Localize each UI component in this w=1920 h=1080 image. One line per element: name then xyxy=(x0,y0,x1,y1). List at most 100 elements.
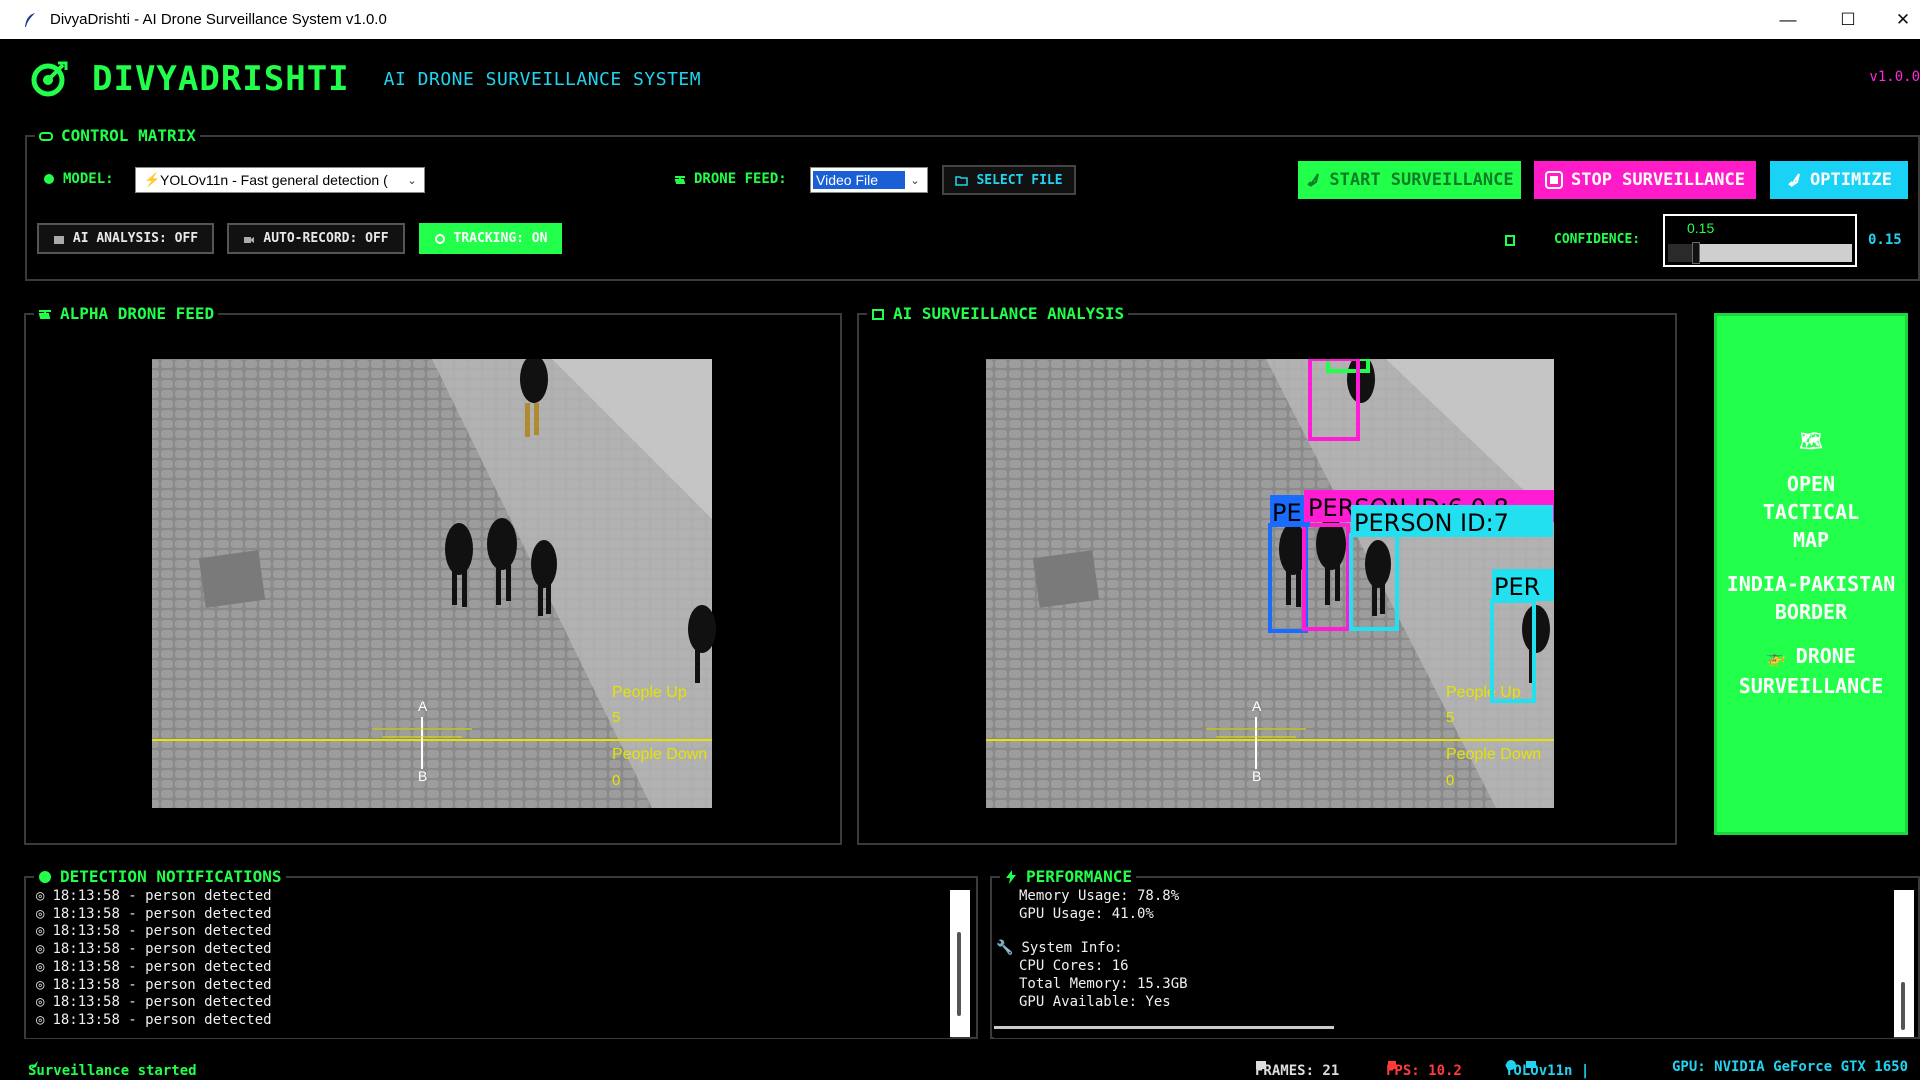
auto-record-label: AUTO-RECORD: OFF xyxy=(263,231,389,246)
confidence-slider-thumb[interactable] xyxy=(1691,242,1700,264)
camera-icon xyxy=(244,236,255,243)
people-down-value: 0 xyxy=(612,772,620,789)
tactical-line-6: DRONE xyxy=(1795,644,1856,668)
marker-a: A xyxy=(1252,698,1262,714)
target-icon xyxy=(434,233,445,244)
drone-feed-label: DRONE FEED: xyxy=(694,171,787,187)
target-icon xyxy=(31,61,68,97)
open-tactical-map-button[interactable]: 🗺 OPEN TACTICAL MAP INDIA-PAKISTAN BORDE… xyxy=(1714,313,1908,835)
target-icon: ◎ xyxy=(36,941,45,958)
gpu-available: GPU Available: Yes xyxy=(1019,993,1171,1010)
cpu-cores: CPU Cores: 16 xyxy=(1019,958,1129,975)
frames-wrap: FRAMES: 21 xyxy=(1255,1059,1339,1079)
gpu-usage: GPU Usage: 41.0% xyxy=(1019,905,1154,922)
feather-icon xyxy=(22,12,38,28)
minimize-button[interactable]: — xyxy=(1765,0,1811,39)
tactical-line-4: INDIA-PAKISTAN xyxy=(1726,572,1896,596)
app-subtitle: AI DRONE SURVEILLANCE SYSTEM xyxy=(383,68,702,90)
model-label: MODEL: xyxy=(63,171,114,187)
optimize-button[interactable]: OPTIMIZE xyxy=(1770,161,1908,199)
target-icon: ◎ xyxy=(36,888,45,904)
performance-scrollbar[interactable] xyxy=(1894,890,1914,1037)
stop-icon xyxy=(1545,171,1563,189)
target-icon: ◎ xyxy=(36,923,45,940)
app-header: DIVYADRISHTI AI DRONE SURVEILLANCE SYSTE… xyxy=(30,59,701,99)
detection-label: PE xyxy=(1272,499,1302,527)
notification-text: 18:13:58 - person detected xyxy=(52,958,272,975)
rocket-icon xyxy=(1788,173,1801,187)
notification-text: 18:13:58 - person detected xyxy=(52,976,272,993)
map-icon: 🗺 xyxy=(1799,431,1823,452)
status-message-wrap: Surveillance started xyxy=(28,1059,197,1079)
total-memory: Total Memory: 15.3GB xyxy=(1019,975,1188,992)
gamepad-icon xyxy=(39,131,53,141)
start-surveillance-label: START SURVEILLANCE xyxy=(1329,170,1514,190)
ai-analysis-toggle[interactable]: AI ANALYSIS: OFF xyxy=(37,223,214,254)
people-up-value: 5 xyxy=(612,709,620,726)
notifications-scroll-thumb[interactable] xyxy=(957,932,961,1016)
performance-title: PERFORMANCE xyxy=(1000,867,1136,886)
app-window: DIVYADRISHTI AI DRONE SURVEILLANCE SYSTE… xyxy=(10,39,1920,1080)
ai-analysis-label: AI ANALYSIS: OFF xyxy=(72,231,199,246)
model-status: YOLOv11n | xyxy=(1505,1063,1590,1079)
notification-text: 18:13:58 - person detected xyxy=(52,905,272,922)
confidence-label-wrap: CONFIDENCE: xyxy=(1504,232,1640,247)
chevron-down-icon: ⌄ xyxy=(905,168,925,192)
target-icon: ◎ xyxy=(36,994,45,1011)
list-item: ◎ 18:13:58 - person detected xyxy=(36,923,951,941)
helicopter-icon xyxy=(38,309,51,319)
control-matrix-title: CONTROL MATRIX xyxy=(35,126,200,145)
tracking-toggle[interactable]: TRACKING: ON xyxy=(419,223,562,254)
drone-feed-select[interactable]: Video File ⌄ xyxy=(810,167,928,193)
notification-text: 18:13:58 - person detected xyxy=(52,1011,272,1028)
model-label-wrap: MODEL: xyxy=(43,171,114,187)
auto-record-toggle[interactable]: AUTO-RECORD: OFF xyxy=(227,223,405,254)
window-titlebar: DivyaDrishti - AI Drone Surveillance Sys… xyxy=(0,0,1920,39)
wrench-icon: 🔧 xyxy=(996,940,1014,957)
notifications-scrollbar[interactable] xyxy=(950,890,970,1037)
tactical-line-5: BORDER xyxy=(1774,600,1848,624)
ai-analysis-label: AI SURVEILLANCE ANALYSIS xyxy=(893,304,1125,323)
confidence-slider[interactable]: 0.15 xyxy=(1663,214,1857,267)
maximize-button[interactable]: ☐ xyxy=(1825,0,1871,39)
target-icon: ◎ xyxy=(36,958,45,975)
people-down-label: People Down xyxy=(1446,746,1541,763)
tactical-line-7: SURVEILLANCE xyxy=(1738,674,1884,698)
marker-b: B xyxy=(1252,768,1261,784)
helicopter-icon: 🚁 xyxy=(1766,648,1796,667)
performance-scroll-thumb[interactable] xyxy=(1901,982,1905,1030)
target-icon: ◎ xyxy=(36,905,45,922)
marker-b: B xyxy=(418,768,427,784)
control-matrix-label: CONTROL MATRIX xyxy=(61,126,196,145)
tactical-line-1: OPEN xyxy=(1786,472,1836,496)
detection-label: PER xyxy=(1494,573,1540,601)
ai-analysis-title: AI SURVEILLANCE ANALYSIS xyxy=(867,304,1129,323)
status-message: Surveillance started xyxy=(28,1063,197,1079)
model-select[interactable]: ⚡ YOLOv11n - Fast general detection ( ⌄ xyxy=(135,167,425,193)
robot-icon xyxy=(53,235,64,244)
stop-surveillance-button[interactable]: STOP SURVEILLANCE xyxy=(1534,161,1756,199)
marker-a: A xyxy=(418,698,428,714)
start-surveillance-button[interactable]: START SURVEILLANCE xyxy=(1298,161,1521,199)
version-label: v1.0.0 xyxy=(1869,69,1920,85)
fps-wrap: FPS: 10.2 xyxy=(1386,1059,1462,1079)
target-icon xyxy=(44,174,54,184)
close-button[interactable]: ✕ xyxy=(1880,0,1920,39)
alpha-feed-video: A B People Up 5 People Down 0 xyxy=(132,359,742,808)
list-item: ◎ 18:13:58 - person detected xyxy=(36,906,951,924)
notifications-title: DETECTION NOTIFICATIONS xyxy=(34,867,286,886)
model-select-value: YOLOv11n - Fast general detection ( xyxy=(160,172,388,188)
robot-icon xyxy=(1505,234,1515,246)
list-item: ◎ 18:13:58 - person detected xyxy=(36,959,951,977)
confidence-slider-track xyxy=(1668,242,1852,264)
select-file-button[interactable]: SELECT FILE xyxy=(942,165,1076,195)
list-item: ◎ 18:13:58 - person detected xyxy=(36,941,951,959)
robot-icon xyxy=(872,308,884,320)
list-item: ◎ 18:13:58 - person detected xyxy=(36,888,951,906)
rocket-icon xyxy=(1307,173,1320,187)
horizontal-scrollbar[interactable] xyxy=(994,1026,1334,1029)
people-up-label: People Up xyxy=(612,684,687,701)
drone-feed-label-wrap: DRONE FEED: xyxy=(674,171,787,187)
performance-log: Memory Usage: 78.8% GPU Usage: 41.0% 🔧 S… xyxy=(994,888,1894,1038)
notification-text: 18:13:58 - person detected xyxy=(52,888,272,904)
